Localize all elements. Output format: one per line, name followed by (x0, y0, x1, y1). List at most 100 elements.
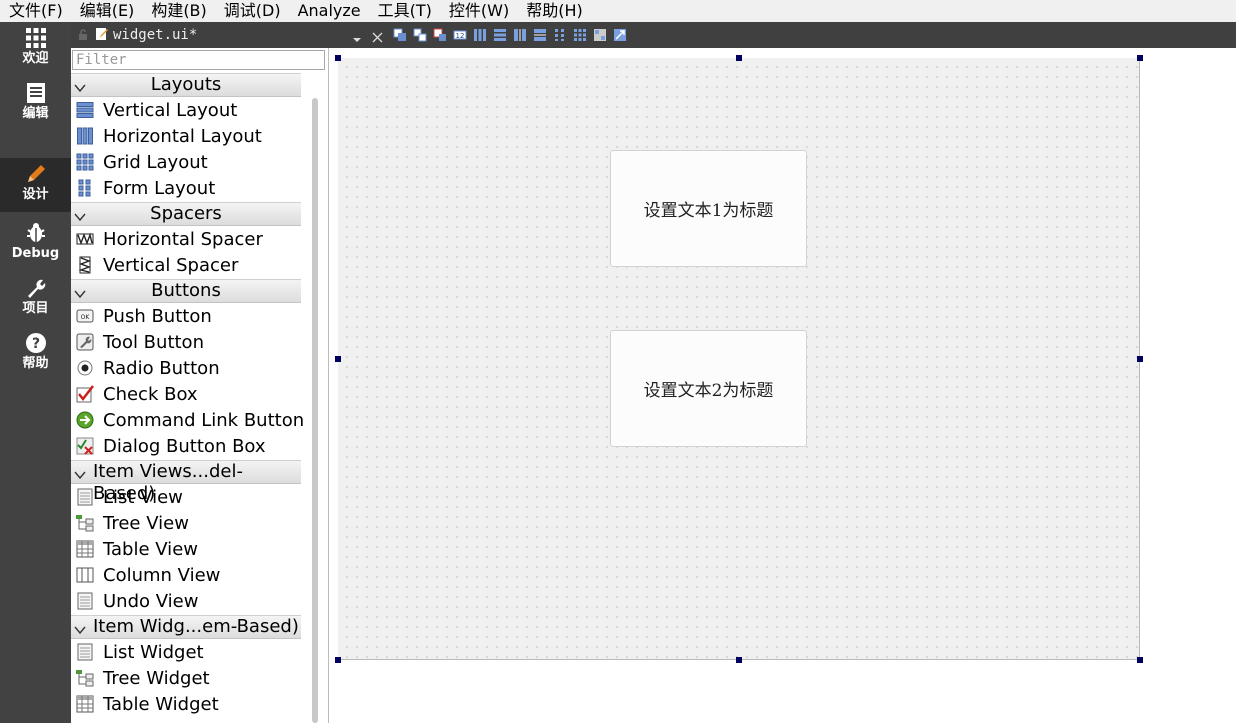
undo-view-icon (76, 592, 94, 610)
mode-welcome[interactable]: 欢迎 (0, 22, 71, 74)
widget-box-scrollbar[interactable] (312, 98, 318, 723)
mode-help[interactable]: ? 帮助 (0, 327, 71, 379)
widget-label: Vertical Spacer (103, 254, 239, 276)
table-view-icon (76, 540, 94, 558)
widget-tool-button[interactable]: Tool Button (71, 329, 301, 355)
layout-splitter-v-icon[interactable] (533, 28, 547, 42)
widget-list-view[interactable]: List View (71, 484, 301, 510)
layout-horizontal-icon[interactable] (473, 28, 487, 42)
menu-build[interactable]: 构建(B) (142, 1, 214, 21)
edit-buddies-icon[interactable] (433, 28, 447, 42)
category-label: Item Widg...em-Based) (93, 616, 299, 637)
tree-view-icon (76, 514, 94, 532)
close-document-icon[interactable] (372, 28, 383, 47)
menu-tools[interactable]: 工具(T) (369, 1, 440, 21)
menu-edit[interactable]: 编辑(E) (71, 1, 143, 21)
widget-command-link-button[interactable]: Command Link Button (71, 407, 305, 433)
resize-handle[interactable] (736, 657, 742, 663)
resize-handle[interactable] (335, 356, 341, 362)
push-button-icon: OK (76, 307, 94, 325)
wrench-icon (25, 276, 47, 300)
widget-tree-widget[interactable]: Tree Widget (71, 665, 301, 691)
category-spacers[interactable]: Spacers (71, 202, 301, 226)
resize-handle[interactable] (335, 657, 341, 663)
edit-signals-icon[interactable] (413, 28, 427, 42)
widget-list-widget[interactable]: List Widget (71, 639, 301, 665)
push-button-set-title-1[interactable]: 设置文本1为标题 (610, 150, 807, 267)
category-layouts[interactable]: Layouts (71, 73, 301, 97)
category-item-views[interactable]: Item Views...del-Based) (71, 460, 301, 504)
push-button-set-title-2[interactable]: 设置文本2为标题 (610, 330, 807, 447)
adjust-size-icon[interactable] (613, 28, 627, 42)
horizontal-spacer-icon (76, 230, 94, 248)
resize-handle[interactable] (1137, 55, 1143, 61)
widget-vertical-spacer[interactable]: Vertical Spacer (71, 252, 301, 278)
table-widget-icon (76, 695, 94, 713)
resize-handle[interactable] (1137, 356, 1143, 362)
widget-check-box[interactable]: Check Box (71, 381, 301, 407)
chevron-down-icon (74, 466, 86, 485)
mode-debug[interactable]: Debug (0, 217, 71, 269)
mode-label: 帮助 (22, 356, 49, 371)
widget-label: Push Button (103, 305, 212, 327)
menu-analyze[interactable]: Analyze (289, 1, 369, 21)
widget-grid-layout[interactable]: Grid Layout (71, 149, 301, 175)
widget-vertical-layout[interactable]: Vertical Layout (71, 97, 301, 123)
widget-label: Command Link Button (103, 409, 305, 431)
category-buttons[interactable]: Buttons (71, 279, 301, 303)
bug-icon (26, 221, 46, 245)
mode-projects[interactable]: 项目 (0, 272, 71, 324)
mode-label: 欢迎 (22, 51, 49, 66)
widget-form-layout[interactable]: Form Layout (71, 175, 301, 201)
widget-label: Check Box (103, 383, 198, 405)
layout-form-icon[interactable] (553, 28, 567, 42)
widget-push-button[interactable]: OK Push Button (71, 303, 301, 329)
edit-widgets-icon[interactable] (393, 28, 407, 42)
menu-debug[interactable]: 调试(D) (215, 1, 289, 21)
document-tab[interactable]: widget.ui* (71, 22, 383, 48)
category-label: Spacers (150, 203, 222, 224)
form-layout-icon (76, 179, 94, 197)
mode-label: Debug (11, 246, 60, 261)
widget-table-view[interactable]: Table View (71, 536, 301, 562)
resize-handle[interactable] (335, 55, 341, 61)
svg-text:12: 12 (456, 32, 465, 40)
menu-file[interactable]: 文件(F) (0, 1, 71, 21)
widget-label: Table Widget (103, 693, 219, 715)
widget-tree-view[interactable]: Tree View (71, 510, 301, 536)
layout-splitter-h-icon[interactable] (513, 28, 527, 42)
layout-grid-icon[interactable] (573, 28, 587, 42)
chevron-down-icon (74, 621, 86, 640)
menu-widgets[interactable]: 控件(W) (440, 1, 517, 21)
resize-handle[interactable] (736, 55, 742, 61)
layout-vertical-icon[interactable] (493, 28, 507, 42)
help-icon: ? (25, 331, 47, 355)
widget-radio-button[interactable]: Radio Button (71, 355, 301, 381)
widget-list: Layouts Vertical Layout Horizontal Layou… (71, 72, 305, 717)
category-label: Layouts (150, 74, 222, 95)
widget-label: Tree Widget (103, 667, 210, 689)
mode-edit[interactable]: 编辑 (0, 77, 71, 129)
grid-layout-icon (76, 153, 94, 171)
category-item-widgets[interactable]: Item Widg...em-Based) (71, 615, 301, 639)
form-canvas[interactable]: 设置文本1为标题 设置文本2为标题 (338, 58, 1140, 660)
document-icon (26, 81, 46, 105)
break-layout-icon[interactable] (593, 28, 607, 42)
svg-text:?: ? (31, 336, 39, 352)
menu-help[interactable]: 帮助(H) (517, 1, 591, 21)
edit-tab-order-icon[interactable]: 12 (453, 28, 467, 42)
mode-design[interactable]: 设计 (0, 158, 71, 212)
widget-horizontal-spacer[interactable]: Horizontal Spacer (71, 226, 301, 252)
widget-label: Grid Layout (103, 151, 208, 173)
widget-dialog-button-box[interactable]: Dialog Button Box (71, 433, 301, 459)
widget-column-view[interactable]: Column View (71, 562, 301, 588)
resize-handle[interactable] (1137, 657, 1143, 663)
widget-table-widget[interactable]: Table Widget (71, 691, 301, 717)
widget-label: Vertical Layout (103, 99, 238, 121)
lock-icon (77, 26, 89, 45)
widget-horizontal-layout[interactable]: Horizontal Layout (71, 123, 301, 149)
filter-input[interactable]: Filter (72, 50, 325, 70)
dialog-button-box-icon (76, 437, 94, 455)
dropdown-arrow-icon[interactable] (353, 29, 361, 48)
widget-undo-view[interactable]: Undo View (71, 588, 301, 614)
